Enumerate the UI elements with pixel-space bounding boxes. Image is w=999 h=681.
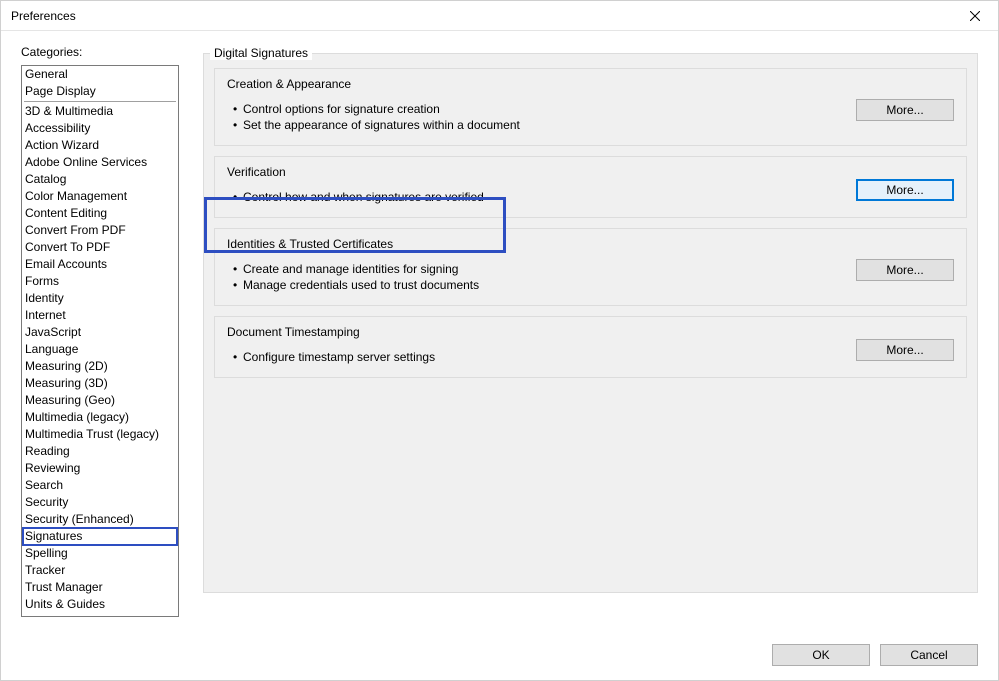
section-creation-appearance: Creation & Appearance Control options for…: [214, 68, 967, 146]
dialog-footer: OK Cancel: [1, 630, 998, 680]
category-item-search[interactable]: Search: [22, 477, 178, 494]
section-verification: Verification Control how and when signatu…: [214, 156, 967, 218]
more-button-document-timestamping[interactable]: More...: [856, 339, 954, 361]
window-title: Preferences: [11, 9, 76, 23]
ok-button[interactable]: OK: [772, 644, 870, 666]
more-button-creation-appearance[interactable]: More...: [856, 99, 954, 121]
category-item-content-editing[interactable]: Content Editing: [22, 205, 178, 222]
section-title: Verification: [227, 165, 844, 179]
category-item-adobe-online-services[interactable]: Adobe Online Services: [22, 154, 178, 171]
category-item-action-wizard[interactable]: Action Wizard: [22, 137, 178, 154]
more-button-identities-trusted-certificates[interactable]: More...: [856, 259, 954, 281]
category-item-security[interactable]: Security: [22, 494, 178, 511]
category-item-reviewing[interactable]: Reviewing: [22, 460, 178, 477]
section-text: Verification Control how and when signatu…: [227, 165, 844, 205]
cancel-button[interactable]: Cancel: [880, 644, 978, 666]
categories-label: Categories:: [21, 45, 179, 59]
categories-list[interactable]: GeneralPage Display 3D & MultimediaAccess…: [21, 65, 179, 617]
category-item-signatures[interactable]: Signatures: [22, 527, 178, 546]
section-bullet: Control options for signature creation: [227, 101, 844, 117]
digital-signatures-group: Digital Signatures Creation & Appearance…: [203, 53, 978, 593]
category-item-catalog[interactable]: Catalog: [22, 171, 178, 188]
category-item-trust-manager[interactable]: Trust Manager: [22, 579, 178, 596]
more-button-verification[interactable]: More...: [856, 179, 954, 201]
category-item-javascript[interactable]: JavaScript: [22, 324, 178, 341]
section-bullet: Set the appearance of signatures within …: [227, 117, 844, 133]
category-item-tracker[interactable]: Tracker: [22, 562, 178, 579]
close-icon: [970, 11, 980, 21]
category-item-convert-to-pdf[interactable]: Convert To PDF: [22, 239, 178, 256]
category-item-language[interactable]: Language: [22, 341, 178, 358]
category-item-multimedia-trust-legacy-[interactable]: Multimedia Trust (legacy): [22, 426, 178, 443]
section-title: Document Timestamping: [227, 325, 844, 339]
section-title: Creation & Appearance: [227, 77, 844, 91]
settings-panel: Digital Signatures Creation & Appearance…: [203, 45, 978, 593]
section-text: Creation & Appearance Control options for…: [227, 77, 844, 133]
section-bullet: Create and manage identities for signing: [227, 261, 844, 277]
category-item-internet[interactable]: Internet: [22, 307, 178, 324]
category-item-convert-from-pdf[interactable]: Convert From PDF: [22, 222, 178, 239]
category-item-email-accounts[interactable]: Email Accounts: [22, 256, 178, 273]
preferences-window: Preferences Categories: GeneralPage Disp…: [0, 0, 999, 681]
category-item-identity[interactable]: Identity: [22, 290, 178, 307]
category-item-updater[interactable]: Updater: [22, 613, 178, 617]
sections-container: Creation & Appearance Control options for…: [214, 68, 967, 378]
category-item-measuring-geo-[interactable]: Measuring (Geo): [22, 392, 178, 409]
section-document-timestamping: Document Timestamping Configure timestamp…: [214, 316, 967, 378]
category-item-units-guides[interactable]: Units & Guides: [22, 596, 178, 613]
section-text: Document Timestamping Configure timestamp…: [227, 325, 844, 365]
category-item-forms[interactable]: Forms: [22, 273, 178, 290]
category-item-security-enhanced-[interactable]: Security (Enhanced): [22, 511, 178, 528]
group-heading: Digital Signatures: [210, 46, 312, 60]
category-item-measuring-2d-[interactable]: Measuring (2D): [22, 358, 178, 375]
categories-panel: Categories: GeneralPage Display 3D & Mult…: [21, 45, 179, 617]
category-item-reading[interactable]: Reading: [22, 443, 178, 460]
titlebar: Preferences: [1, 1, 998, 31]
section-text: Identities & Trusted Certificates Create …: [227, 237, 844, 293]
section-bullet: Control how and when signatures are veri…: [227, 189, 844, 205]
section-identities-trusted-certificates: Identities & Trusted Certificates Create …: [214, 228, 967, 306]
close-button[interactable]: [952, 1, 998, 31]
category-item-measuring-3d-[interactable]: Measuring (3D): [22, 375, 178, 392]
section-bullet: Manage credentials used to trust documen…: [227, 277, 844, 293]
category-item-spelling[interactable]: Spelling: [22, 545, 178, 562]
category-item-3d-multimedia[interactable]: 3D & Multimedia: [22, 103, 178, 120]
content-area: Categories: GeneralPage Display 3D & Mult…: [1, 31, 998, 630]
category-divider: [24, 101, 176, 102]
main-layout: Categories: GeneralPage Display 3D & Mult…: [21, 45, 978, 630]
category-item-general[interactable]: General: [22, 66, 178, 83]
category-item-accessibility[interactable]: Accessibility: [22, 120, 178, 137]
category-item-page-display[interactable]: Page Display: [22, 83, 178, 100]
section-bullet: Configure timestamp server settings: [227, 349, 844, 365]
category-item-multimedia-legacy-[interactable]: Multimedia (legacy): [22, 409, 178, 426]
section-title: Identities & Trusted Certificates: [227, 237, 844, 251]
category-item-color-management[interactable]: Color Management: [22, 188, 178, 205]
